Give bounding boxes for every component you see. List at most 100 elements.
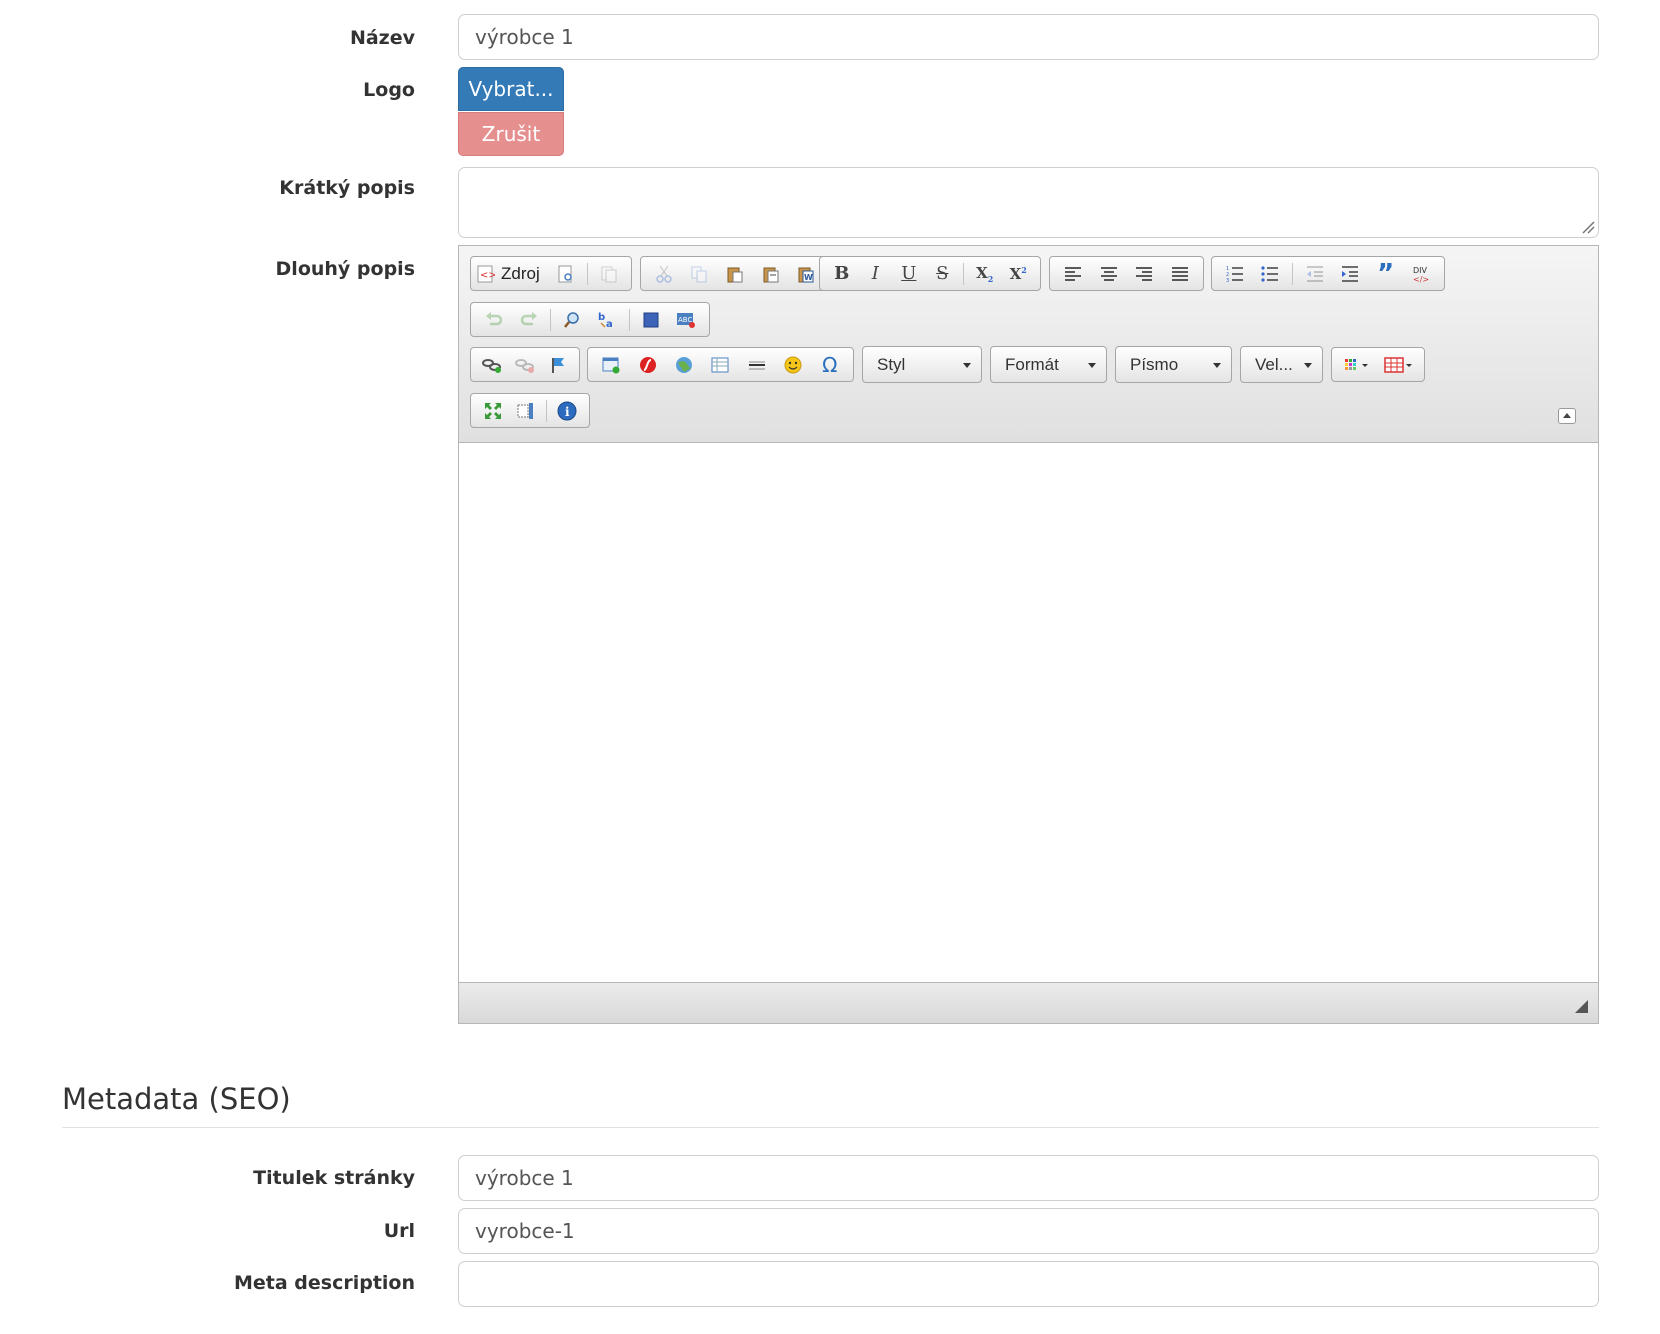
meta-description-input[interactable] [458, 1261, 1599, 1307]
blockquote-icon: ” [1377, 258, 1395, 289]
superscript-icon: X2 [1009, 264, 1027, 283]
cut-button[interactable] [647, 259, 681, 289]
format-combo[interactable]: Formát [990, 346, 1107, 383]
numbered-list-button[interactable]: 123 [1218, 259, 1252, 289]
about-icon: i [557, 401, 577, 420]
bold-button[interactable]: B [826, 259, 858, 289]
indent-button[interactable] [1333, 259, 1367, 289]
url-input[interactable]: vyrobce-1 [458, 1208, 1599, 1254]
seo-section-heading: Metadata (SEO) [62, 1082, 291, 1116]
chevron-down-icon [1304, 363, 1312, 368]
collapse-toolbar-button[interactable] [1558, 408, 1576, 424]
redo-button[interactable] [512, 305, 545, 335]
select-all-button[interactable] [635, 305, 668, 335]
style-combo[interactable]: Styl [862, 346, 982, 383]
spellcheck-button[interactable]: ABC [670, 305, 703, 335]
subscript-icon: X2 [976, 263, 994, 284]
show-blocks-button[interactable] [510, 396, 541, 426]
replace-icon: ba [598, 312, 613, 329]
short-desc-label: Krátký popis [279, 177, 415, 199]
resize-handle-icon[interactable] [1575, 1000, 1588, 1013]
paste-text-button[interactable] [754, 259, 788, 289]
page-title-input[interactable]: výrobce 1 [458, 1155, 1599, 1201]
unlink-button[interactable] [510, 350, 541, 380]
strike-button[interactable]: S [927, 259, 959, 289]
paste-icon [727, 267, 743, 282]
source-button[interactable]: <> Zdroj [477, 264, 548, 284]
toolbar-group-document: <> Zdroj [470, 256, 632, 291]
div-button[interactable]: DIV </> [1404, 259, 1438, 289]
text-color-button[interactable] [1338, 350, 1377, 380]
link-button[interactable] [477, 350, 508, 380]
strike-icon: S [936, 263, 949, 284]
link-icon [482, 358, 502, 373]
find-icon [564, 311, 580, 328]
align-justify-button[interactable] [1163, 259, 1197, 289]
page-title-label: Titulek stránky [253, 1167, 415, 1189]
image-button[interactable] [594, 350, 628, 380]
logo-select-button[interactable]: Vybrat... [458, 67, 564, 111]
logo-cancel-button[interactable]: Zrušit [458, 112, 564, 156]
undo-button[interactable] [477, 305, 510, 335]
copy-button[interactable] [683, 259, 717, 289]
anchor-icon [551, 357, 564, 373]
flash-icon [639, 356, 656, 373]
svg-text:i: i [565, 405, 570, 419]
about-button[interactable]: i [552, 396, 583, 426]
replace-button[interactable]: ba [591, 305, 624, 335]
logo-label: Logo [363, 79, 415, 101]
blockquote-button[interactable]: ” [1369, 259, 1403, 289]
source-icon: <> [477, 265, 495, 282]
size-combo[interactable]: Vel... [1240, 346, 1323, 383]
outdent-icon [1306, 265, 1323, 282]
font-combo[interactable]: Písmo [1115, 346, 1232, 383]
bulleted-list-button[interactable] [1254, 259, 1288, 289]
paste-text-icon [763, 267, 779, 282]
maximize-button[interactable] [477, 396, 508, 426]
unlink-icon [515, 358, 534, 373]
outdent-button[interactable] [1298, 259, 1332, 289]
iframe-icon [676, 356, 693, 373]
resize-grip-icon[interactable] [1581, 220, 1595, 234]
align-center-button[interactable] [1092, 259, 1126, 289]
paste-word-button[interactable]: W [789, 259, 823, 289]
anchor-button[interactable] [542, 350, 573, 380]
templates-button[interactable] [593, 259, 625, 289]
smiley-icon [784, 356, 802, 373]
cut-icon [656, 265, 672, 283]
toolbar-group-tools: i [470, 393, 590, 428]
horizontal-line-button[interactable] [740, 350, 774, 380]
svg-text:</>: </> [1413, 275, 1429, 284]
superscript-button[interactable]: X2 [1002, 259, 1034, 289]
bold-icon: B [834, 263, 850, 284]
align-left-icon [1064, 266, 1081, 281]
long-desc-label: Dlouhý popis [275, 258, 415, 280]
italic-icon: I [871, 263, 879, 284]
special-char-button[interactable]: Ω [813, 350, 847, 380]
url-label: Url [383, 1220, 415, 1242]
paste-button[interactable] [718, 259, 752, 289]
preview-button[interactable] [550, 259, 582, 289]
find-button[interactable] [556, 305, 589, 335]
underline-button[interactable]: U [893, 259, 925, 289]
align-right-button[interactable] [1128, 259, 1162, 289]
editor-content-area[interactable] [459, 444, 1598, 983]
templates-icon [601, 266, 617, 282]
table-button[interactable] [703, 350, 737, 380]
smiley-button[interactable] [776, 350, 810, 380]
indent-icon [1342, 265, 1359, 282]
paste-word-icon: W [798, 267, 814, 282]
subscript-button[interactable]: X2 [969, 259, 1001, 289]
iframe-button[interactable] [667, 350, 701, 380]
name-input[interactable]: výrobce 1 [458, 14, 1599, 60]
align-justify-icon [1172, 266, 1189, 281]
align-left-button[interactable] [1056, 259, 1090, 289]
chevron-down-icon [1213, 363, 1221, 368]
flash-button[interactable] [630, 350, 664, 380]
svg-text:DIV: DIV [1413, 266, 1428, 275]
short-desc-textarea[interactable] [458, 167, 1599, 238]
table-grid-button[interactable] [1379, 350, 1418, 380]
undo-icon [485, 311, 502, 325]
toolbar-group-links [470, 347, 580, 382]
italic-button[interactable]: I [860, 259, 892, 289]
